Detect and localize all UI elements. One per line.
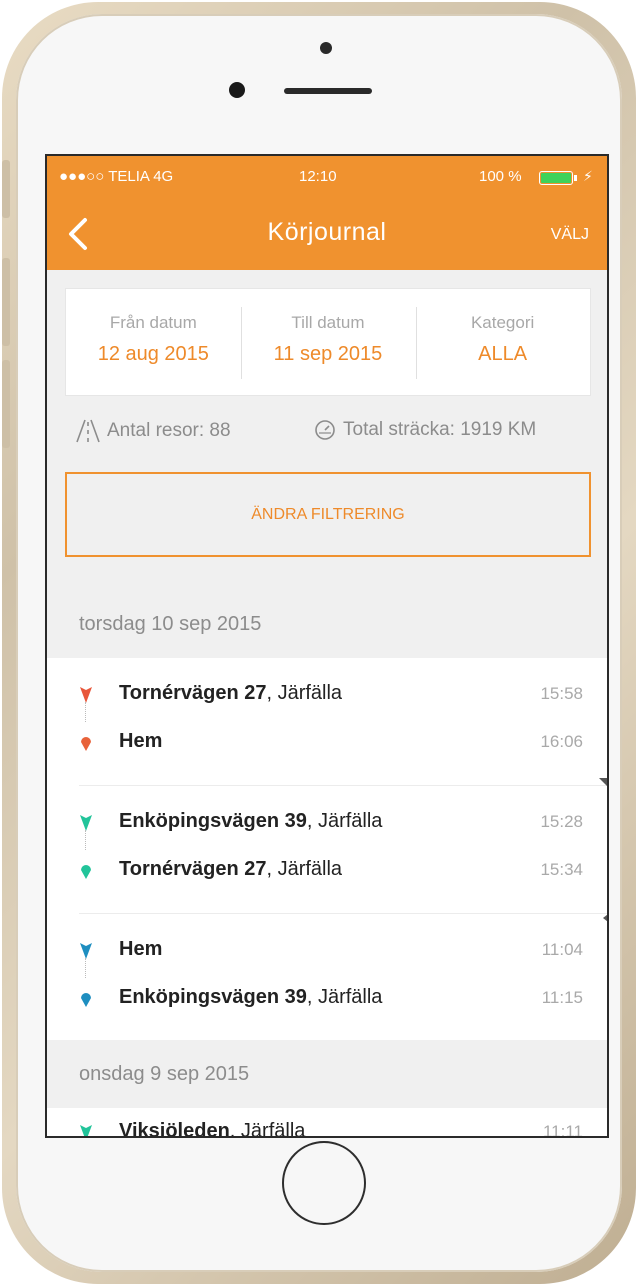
trip-start-row: Enköpingsvägen 39, Järfälla 15:28	[79, 808, 607, 838]
route-connector	[85, 702, 86, 722]
category-filter[interactable]: Kategori ALLA	[415, 289, 590, 395]
mute-switch	[2, 160, 10, 218]
trip-start-row: Tornérvägen 27, Järfälla 15:58	[79, 680, 607, 710]
start-marker-icon	[80, 943, 92, 959]
select-button[interactable]: VÄLJ	[551, 226, 589, 244]
day-header: onsdag 9 sep 2015	[79, 1063, 250, 1085]
trip-end-time: 11:15	[541, 988, 583, 1007]
trip-item[interactable]: Hem 11:04 Enköpingsvägen 39, Järfälla 11…	[79, 914, 607, 1042]
trip-end-time: 15:34	[540, 860, 583, 879]
trip-start-row: Hem 11:04	[79, 936, 607, 966]
trip-start-time: 11:11	[542, 1122, 583, 1138]
total-distance-stat: Total sträcka: 1919 KM	[313, 418, 536, 442]
volume-up-button	[2, 258, 10, 346]
total-distance-label: Total sträcka: 1919 KM	[343, 419, 537, 440]
status-bar: ●●●○○ TELIA 4G 12:10 100 % ⚡	[47, 168, 607, 190]
filter-summary-card: Från datum 12 aug 2015 Till datum 11 sep…	[65, 288, 591, 396]
clock-label: 12:10	[299, 168, 337, 185]
change-filter-button[interactable]: ÄNDRA FILTRERING	[65, 472, 591, 557]
start-marker-icon	[80, 815, 92, 831]
trip-end-row: Hem 16:06	[79, 728, 607, 758]
trip-count-stat: Antal resor: 88	[75, 418, 231, 444]
trip-end-address: Enköpingsvägen 39, Järfälla	[119, 986, 383, 1008]
route-connector	[85, 958, 86, 978]
to-date-value: 11 sep 2015	[273, 343, 383, 365]
navigation-header: ●●●○○ TELIA 4G 12:10 100 % ⚡ Körjournal …	[47, 156, 607, 270]
app-screen: ●●●○○ TELIA 4G 12:10 100 % ⚡ Körjournal …	[45, 154, 609, 1138]
charging-bolt-icon: ⚡	[583, 168, 593, 184]
trip-start-address: Hem	[119, 938, 163, 960]
carrier-label: ●●●○○ TELIA 4G	[59, 168, 174, 185]
trip-start-row: Viksjöleden, Järfälla 11:11	[79, 1118, 607, 1138]
end-marker-icon	[81, 865, 91, 879]
trip-end-row: Enköpingsvägen 39, Järfälla 11:15	[79, 984, 607, 1014]
trip-start-time: 15:58	[540, 684, 583, 703]
battery-percent: 100 %	[479, 168, 522, 185]
end-marker-icon	[81, 993, 91, 1007]
volume-down-button	[2, 360, 10, 448]
trip-end-address: Tornérvägen 27, Järfälla	[119, 858, 343, 880]
front-camera	[229, 82, 245, 98]
to-date-filter[interactable]: Till datum 11 sep 2015	[241, 289, 416, 395]
trip-item[interactable]: Enköpingsvägen 39, Järfälla 15:28 Tornér…	[79, 778, 607, 914]
category-value: ALLA	[478, 343, 528, 365]
proximity-sensor	[320, 42, 332, 54]
trip-start-address: Viksjöleden, Järfälla	[119, 1120, 306, 1138]
trip-end-address: Hem	[119, 730, 163, 752]
start-marker-icon	[80, 1125, 92, 1136]
road-icon	[76, 419, 100, 443]
speedometer-icon	[315, 420, 335, 440]
route-connector	[85, 830, 86, 850]
trip-start-address: Enköpingsvägen 39, Järfälla	[119, 810, 383, 832]
trip-list: Tornérvägen 27, Järfälla 15:58 Hem 16:06…	[47, 658, 607, 1040]
trip-list: Viksjöleden, Järfälla 11:11	[47, 1108, 607, 1138]
to-date-label: Till datum	[291, 313, 365, 332]
day-header: torsdag 10 sep 2015	[79, 613, 262, 635]
trip-end-time: 16:06	[540, 732, 583, 751]
from-date-filter[interactable]: Från datum 12 aug 2015	[66, 289, 241, 395]
battery-tip-icon	[574, 175, 577, 181]
end-marker-icon	[81, 737, 91, 751]
trip-start-time: 11:04	[541, 940, 583, 959]
trip-item[interactable]: Viksjöleden, Järfälla 11:11	[79, 1108, 607, 1138]
trip-start-time: 15:28	[540, 812, 583, 831]
battery-icon	[539, 171, 573, 185]
trip-start-address: Tornérvägen 27, Järfälla	[119, 682, 343, 704]
category-label: Kategori	[470, 313, 535, 332]
trip-count-label: Antal resor: 88	[107, 420, 231, 441]
earpiece-speaker	[284, 88, 372, 94]
home-button[interactable]	[282, 1141, 366, 1225]
from-date-label: Från datum	[109, 313, 197, 332]
trip-end-row: Tornérvägen 27, Järfälla 15:34	[79, 856, 607, 886]
from-date-value: 12 aug 2015	[97, 343, 209, 365]
trip-item[interactable]: Tornérvägen 27, Järfälla 15:58 Hem 16:06	[79, 658, 607, 786]
page-title: Körjournal	[267, 218, 387, 246]
start-marker-icon	[80, 687, 92, 703]
trip-statistics: Antal resor: 88 Total sträcka: 1919 KM	[75, 418, 595, 448]
